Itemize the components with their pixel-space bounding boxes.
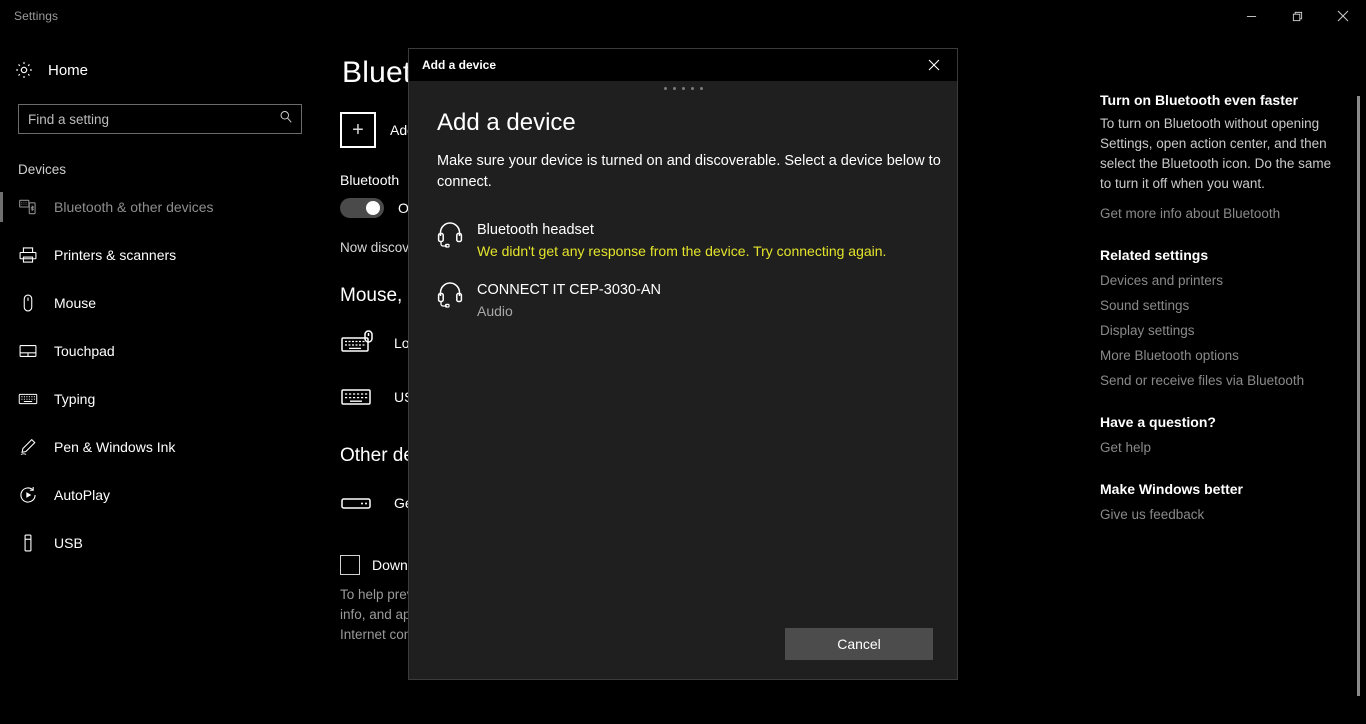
page-scrollbar[interactable] — [1357, 96, 1360, 696]
progress-dot — [699, 86, 703, 90]
device-status: Audio — [477, 303, 513, 319]
bluetooth-devices-icon — [18, 197, 38, 217]
question-title: Have a question? — [1100, 414, 1216, 430]
link-sound-settings[interactable]: Sound settings — [1100, 298, 1346, 313]
add-a-device-dialog: Add a device Add a device Make sure your… — [408, 48, 958, 680]
device-status: We didn't get any response from the devi… — [477, 243, 887, 259]
toggle-knob — [366, 201, 380, 215]
app-title: Settings — [14, 9, 59, 23]
device-icon — [340, 488, 378, 518]
restore-button[interactable] — [1274, 0, 1320, 32]
sidebar-item-label: Bluetooth & other devices — [54, 199, 214, 215]
right-info-panel: Turn on Bluetooth even faster To turn on… — [1090, 32, 1346, 724]
discovered-devices-list: Bluetooth headset We didn't get any resp… — [437, 217, 929, 323]
search-box[interactable] — [18, 104, 302, 134]
link-give-us-feedback[interactable]: Give us feedback — [1100, 507, 1346, 522]
sidebar-item-label: AutoPlay — [54, 487, 111, 503]
list-item[interactable]: Bluetooth headset We didn't get any resp… — [437, 217, 929, 263]
search-icon — [279, 110, 293, 129]
dialog-close-button[interactable] — [911, 49, 957, 81]
progress-dot — [681, 86, 685, 90]
headset-icon — [437, 219, 463, 249]
sidebar-item-home[interactable]: Home — [0, 50, 320, 90]
settings-window: Settings Home Find a setting Devices Blu… — [0, 0, 1366, 724]
list-item[interactable]: CONNECT IT CEP-3030-AN Audio — [437, 277, 929, 323]
related-settings-title: Related settings — [1100, 247, 1209, 263]
dialog-footer: Cancel — [409, 609, 957, 679]
minimize-icon — [1246, 15, 1256, 17]
minimize-button[interactable] — [1228, 0, 1274, 32]
keyboard-mouse-icon — [340, 328, 378, 358]
link-more-bluetooth-options[interactable]: More Bluetooth options — [1100, 348, 1346, 363]
link-send-receive-files[interactable]: Send or receive files via Bluetooth — [1100, 373, 1346, 388]
sidebar-item-bluetooth-other-devices[interactable]: Bluetooth & other devices — [0, 183, 320, 231]
usb-icon — [18, 533, 38, 553]
progress-dot — [690, 86, 694, 90]
device-name: CONNECT IT CEP-3030-AN — [477, 282, 661, 298]
window-controls — [1228, 0, 1366, 32]
sidebar-home-label: Home — [48, 61, 89, 79]
sidebar-item-label: USB — [54, 535, 83, 551]
sidebar-item-usb[interactable]: USB — [0, 519, 320, 567]
close-icon — [928, 59, 940, 71]
make-windows-better-title: Make Windows better — [1100, 481, 1244, 497]
sidebar-item-label: Touchpad — [54, 343, 115, 359]
dialog-titlebar: Add a device — [409, 49, 957, 81]
window-titlebar: Settings — [0, 0, 1366, 32]
autoplay-icon — [18, 485, 38, 505]
link-get-help[interactable]: Get help — [1100, 440, 1346, 455]
plus-icon: + — [340, 112, 376, 148]
sidebar-item-pen-windows-ink[interactable]: Pen & Windows Ink — [0, 423, 320, 471]
sidebar-item-autoplay[interactable]: AutoPlay — [0, 471, 320, 519]
close-icon — [1337, 10, 1349, 22]
printer-icon — [18, 245, 38, 265]
progress-dot — [663, 86, 667, 90]
sidebar-item-label: Mouse — [54, 295, 97, 311]
link-display-settings[interactable]: Display settings — [1100, 323, 1346, 338]
bluetooth-toggle[interactable] — [340, 198, 384, 218]
metered-checkbox[interactable] — [340, 555, 360, 575]
sidebar: Home Devices Bluetooth & other — [0, 32, 320, 724]
sidebar-item-label: Printers & scanners — [54, 247, 177, 263]
tip-body: To turn on Bluetooth without opening Set… — [1100, 116, 1332, 191]
device-name: Bluetooth headset — [477, 222, 594, 238]
link-get-more-info-bluetooth[interactable]: Get more info about Bluetooth — [1100, 206, 1346, 221]
sidebar-item-touchpad[interactable]: Touchpad — [0, 327, 320, 375]
sidebar-item-label: Pen & Windows Ink — [54, 439, 176, 455]
progress-dot — [672, 86, 676, 90]
cancel-button[interactable]: Cancel — [785, 628, 933, 660]
sidebar-item-typing[interactable]: Typing — [0, 375, 320, 423]
device-text-block: Bluetooth headset We didn't get any resp… — [477, 219, 886, 261]
dialog-heading: Add a device — [437, 109, 576, 136]
sidebar-item-label: Typing — [54, 391, 96, 407]
dialog-progress-dots — [409, 81, 957, 95]
device-text-block: CONNECT IT CEP-3030-AN Audio — [477, 279, 661, 321]
touchpad-icon — [18, 341, 38, 361]
link-devices-and-printers[interactable]: Devices and printers — [1100, 273, 1346, 288]
headset-icon — [437, 279, 463, 309]
dialog-subtitle: Make sure your device is turned on and d… — [437, 153, 941, 190]
keyboard-icon — [18, 389, 38, 409]
sidebar-item-mouse[interactable]: Mouse — [0, 279, 320, 327]
tip-title: Turn on Bluetooth even faster — [1100, 92, 1299, 108]
mouse-icon — [18, 293, 38, 313]
gear-icon — [14, 60, 34, 80]
sidebar-section-devices: Devices — [18, 162, 67, 177]
sidebar-item-printers-scanners[interactable]: Printers & scanners — [0, 231, 320, 279]
dialog-titlebar-title: Add a device — [422, 58, 497, 72]
keyboard-icon — [340, 382, 378, 412]
restore-icon — [1292, 11, 1302, 21]
close-button[interactable] — [1320, 0, 1366, 32]
pen-icon — [18, 437, 38, 457]
search-input[interactable] — [19, 105, 301, 133]
dialog-body: Add a device Make sure your device is tu… — [409, 95, 957, 609]
